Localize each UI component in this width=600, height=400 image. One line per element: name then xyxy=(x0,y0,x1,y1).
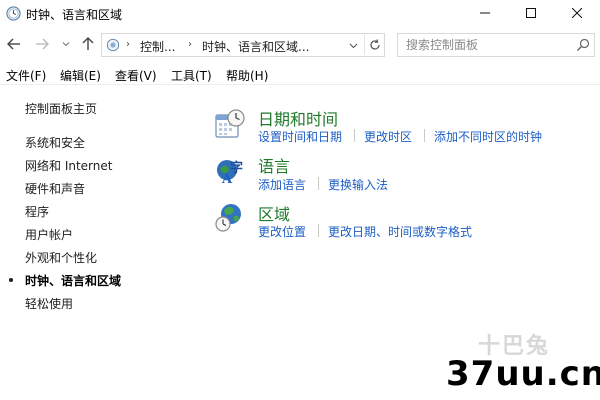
maximize-icon xyxy=(526,8,536,18)
navigation-bar: › 控制... › 时钟、语言和区域... › xyxy=(0,30,600,60)
menu-file[interactable]: 文件(F) xyxy=(6,67,46,84)
refresh-button[interactable] xyxy=(364,35,384,55)
chevron-down-icon xyxy=(62,42,70,47)
link-change-time-zone[interactable]: 更改时区 xyxy=(364,128,412,145)
recent-locations-button[interactable] xyxy=(60,36,72,52)
language-icon[interactable]: A 字 xyxy=(214,155,246,187)
up-button[interactable] xyxy=(80,36,96,52)
search-box xyxy=(397,33,595,57)
search-input[interactable] xyxy=(398,34,574,56)
link-add-clocks[interactable]: 添加不同时区的时钟 xyxy=(434,128,542,145)
nav-clock-language-region[interactable]: 时钟、语言和区域 xyxy=(25,272,121,289)
minimize-button[interactable] xyxy=(462,0,508,26)
nav-network-internet[interactable]: 网络和 Internet xyxy=(25,157,112,174)
arrow-right-icon xyxy=(36,38,49,50)
menu-tools[interactable]: 工具(T) xyxy=(171,67,212,84)
menu-edit[interactable]: 编辑(E) xyxy=(60,67,101,84)
forward-button[interactable] xyxy=(34,36,50,52)
watermark-site: 37uu.cn xyxy=(446,354,600,394)
control-panel-icon xyxy=(106,38,120,52)
link-change-input-method[interactable]: 更换输入法 xyxy=(328,176,388,193)
maximize-button[interactable] xyxy=(508,0,554,26)
link-separator xyxy=(318,177,319,190)
menu-bar: 文件(F) 编辑(E) 查看(V) 工具(T) 帮助(H) xyxy=(0,63,600,85)
section-title-date-time[interactable]: 日期和时间 xyxy=(258,106,338,130)
section-title-language[interactable]: 语言 xyxy=(258,153,290,177)
link-separator xyxy=(424,129,425,142)
title-bar: 时钟、语言和区域 xyxy=(0,0,600,28)
nav-system-security[interactable]: 系统和安全 xyxy=(25,134,85,151)
nav-hardware-sound[interactable]: 硬件和声音 xyxy=(25,180,85,197)
nav-ease-of-access[interactable]: 轻松使用 xyxy=(25,295,73,312)
window-title: 时钟、语言和区域 xyxy=(26,8,123,22)
nav-control-panel-home[interactable]: 控制面板主页 xyxy=(25,100,97,117)
arrow-up-icon xyxy=(82,37,94,50)
nav-programs[interactable]: 程序 xyxy=(25,203,49,220)
address-bar[interactable]: › 控制... › 时钟、语言和区域... › xyxy=(101,33,385,57)
link-separator xyxy=(318,224,319,237)
link-change-location[interactable]: 更改位置 xyxy=(258,223,306,240)
link-set-time-date[interactable]: 设置时间和日期 xyxy=(258,128,342,145)
link-add-language[interactable]: 添加语言 xyxy=(258,176,306,193)
nav-appearance-personalization[interactable]: 外观和个性化 xyxy=(25,249,97,266)
menu-view[interactable]: 查看(V) xyxy=(115,67,157,84)
menu-help[interactable]: 帮助(H) xyxy=(226,67,268,84)
section-title-region[interactable]: 区域 xyxy=(258,201,290,225)
nav-user-accounts[interactable]: 用户帐户 xyxy=(25,226,73,243)
back-button[interactable] xyxy=(6,36,22,52)
address-dropdown-button[interactable] xyxy=(346,38,360,52)
close-button[interactable] xyxy=(554,0,600,26)
current-item-bullet-icon xyxy=(9,278,13,282)
link-change-date-time-number-formats[interactable]: 更改日期、时间或数字格式 xyxy=(328,223,472,240)
refresh-icon xyxy=(369,39,380,50)
calendar-clock-icon[interactable] xyxy=(214,108,246,140)
arrow-left-icon xyxy=(7,38,20,50)
svg-text:字: 字 xyxy=(230,160,243,176)
globe-clock-icon[interactable] xyxy=(214,202,246,234)
link-separator xyxy=(354,129,355,142)
breadcrumb-control-panel[interactable]: 控制... xyxy=(140,38,175,55)
breadcrumb-separator-icon: › xyxy=(292,39,296,50)
control-panel-clock-icon xyxy=(6,6,21,21)
close-icon xyxy=(572,8,582,18)
minimize-icon xyxy=(480,12,490,14)
search-icon[interactable] xyxy=(576,38,590,52)
breadcrumb-separator-icon: › xyxy=(188,39,192,50)
breadcrumb-separator-icon: › xyxy=(126,39,130,50)
chevron-down-icon xyxy=(349,43,357,48)
